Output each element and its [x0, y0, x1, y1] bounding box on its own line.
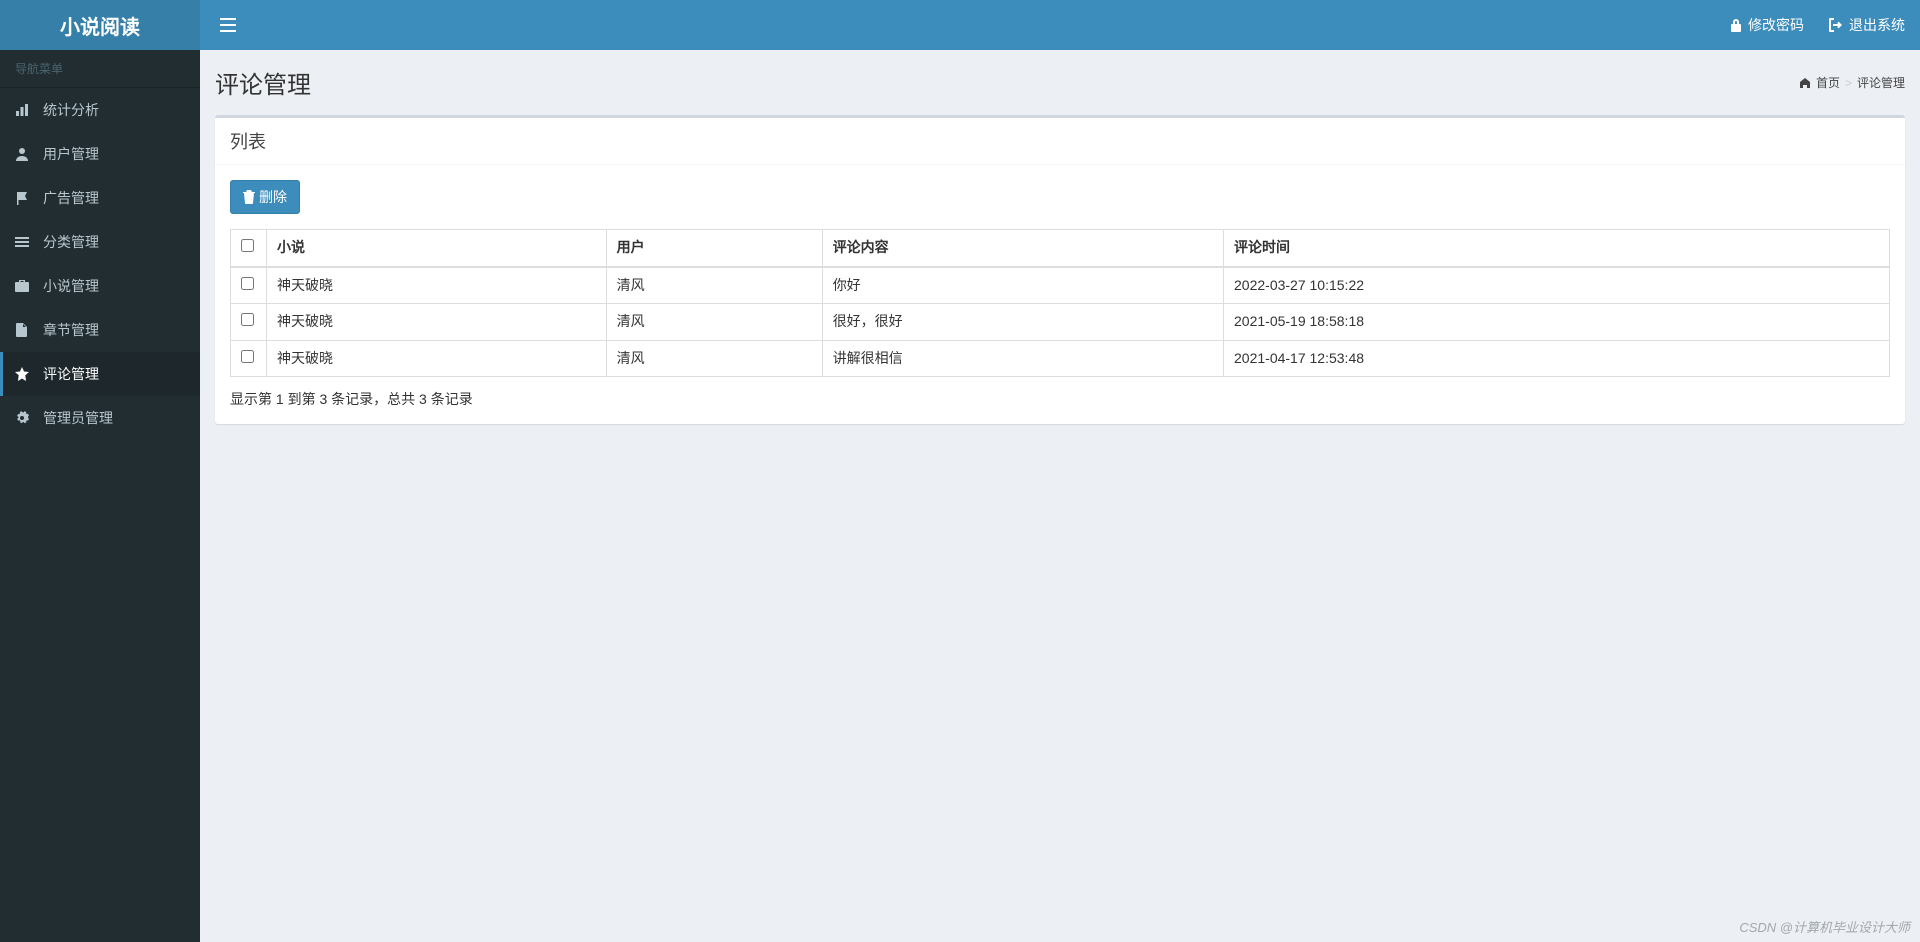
bar-chart-icon [15, 103, 35, 117]
change-password-link[interactable]: 修改密码 [1730, 15, 1804, 35]
cell-time: 2022-03-27 10:15:22 [1224, 267, 1890, 304]
logout-label: 退出系统 [1849, 15, 1905, 35]
data-table: 小说 用户 评论内容 评论时间 神天破晓清风你好2022-03-27 10:15… [230, 229, 1890, 377]
sidebar-item-label: 管理员管理 [43, 408, 113, 428]
gear-icon [15, 411, 35, 425]
topbar: 修改密码 退出系统 [200, 0, 1920, 50]
file-icon [15, 323, 35, 337]
sign-out-icon [1829, 18, 1843, 32]
row-checkbox[interactable] [241, 350, 254, 363]
row-check-cell [231, 304, 267, 341]
app-name: 小说阅读 [60, 11, 140, 40]
sidebar-item-6[interactable]: 评论管理 [0, 352, 200, 396]
sidebar-item-label: 章节管理 [43, 320, 99, 340]
col-novel[interactable]: 小说 [267, 230, 607, 267]
lock-icon [1730, 18, 1742, 32]
panel-title: 列表 [230, 132, 266, 152]
cell-content: 很好，很好 [822, 304, 1223, 341]
flag-icon [15, 191, 35, 205]
sidebar-item-5[interactable]: 章节管理 [0, 308, 200, 352]
star-icon [15, 367, 35, 381]
sidebar-item-label: 统计分析 [43, 100, 99, 120]
sidebar-item-2[interactable]: 广告管理 [0, 176, 200, 220]
sidebar-item-label: 广告管理 [43, 188, 99, 208]
cell-content: 讲解很相信 [822, 340, 1223, 377]
col-user[interactable]: 用户 [606, 230, 822, 267]
sidebar: 小说阅读 导航菜单 统计分析用户管理广告管理分类管理小说管理章节管理评论管理管理… [0, 0, 200, 942]
menu-icon [220, 18, 236, 32]
delete-label: 删除 [259, 187, 287, 207]
content-header: 评论管理 首页 > 评论管理 [200, 50, 1920, 100]
home-icon [1799, 77, 1811, 89]
sidebar-item-label: 小说管理 [43, 276, 99, 296]
cell-novel: 神天破晓 [267, 304, 607, 341]
select-all-checkbox[interactable] [241, 239, 254, 252]
breadcrumb-current: 评论管理 [1857, 74, 1905, 91]
table-row: 神天破晓清风你好2022-03-27 10:15:22 [231, 267, 1890, 304]
breadcrumb: 首页 > 评论管理 [1799, 74, 1905, 91]
cell-time: 2021-05-19 18:58:18 [1224, 304, 1890, 341]
sidebar-item-3[interactable]: 分类管理 [0, 220, 200, 264]
change-password-label: 修改密码 [1748, 15, 1804, 35]
logout-link[interactable]: 退出系统 [1829, 15, 1905, 35]
row-checkbox[interactable] [241, 313, 254, 326]
sidebar-item-1[interactable]: 用户管理 [0, 132, 200, 176]
sidebar-item-label: 评论管理 [43, 364, 99, 384]
table-header-row: 小说 用户 评论内容 评论时间 [231, 230, 1890, 267]
sidebar-item-0[interactable]: 统计分析 [0, 88, 200, 132]
list-icon [15, 235, 35, 249]
cell-user: 清风 [606, 340, 822, 377]
main: 修改密码 退出系统 评论管理 首页 > 评论管理 [200, 0, 1920, 942]
sidebar-item-label: 分类管理 [43, 232, 99, 252]
cell-user: 清风 [606, 304, 822, 341]
panel: 列表 删除 [215, 115, 1905, 424]
cell-novel: 神天破晓 [267, 267, 607, 304]
briefcase-icon [15, 279, 35, 293]
breadcrumb-separator: > [1845, 76, 1852, 90]
nav: 统计分析用户管理广告管理分类管理小说管理章节管理评论管理管理员管理 [0, 88, 200, 440]
content: 列表 删除 [200, 100, 1920, 439]
trash-icon [243, 190, 255, 204]
user-icon [15, 147, 35, 161]
cell-novel: 神天破晓 [267, 340, 607, 377]
hamburger-button[interactable] [215, 13, 241, 37]
col-time[interactable]: 评论时间 [1224, 230, 1890, 267]
sidebar-item-label: 用户管理 [43, 144, 99, 164]
cell-content: 你好 [822, 267, 1223, 304]
row-checkbox[interactable] [241, 277, 254, 290]
breadcrumb-home[interactable]: 首页 [1816, 74, 1840, 91]
cell-time: 2021-04-17 12:53:48 [1224, 340, 1890, 377]
select-all-cell [231, 230, 267, 267]
table-row: 神天破晓清风讲解很相信2021-04-17 12:53:48 [231, 340, 1890, 377]
app-logo: 小说阅读 [0, 0, 200, 50]
col-content[interactable]: 评论内容 [822, 230, 1223, 267]
panel-body: 删除 小说 用户 评论内容 评论时间 [215, 165, 1905, 424]
nav-header: 导航菜单 [0, 50, 200, 88]
page-title: 评论管理 [215, 65, 311, 100]
delete-button[interactable]: 删除 [230, 180, 300, 214]
row-check-cell [231, 267, 267, 304]
panel-header: 列表 [215, 118, 1905, 165]
row-check-cell [231, 340, 267, 377]
table-row: 神天破晓清风很好，很好2021-05-19 18:58:18 [231, 304, 1890, 341]
cell-user: 清风 [606, 267, 822, 304]
sidebar-item-7[interactable]: 管理员管理 [0, 396, 200, 440]
sidebar-item-4[interactable]: 小说管理 [0, 264, 200, 308]
table-info: 显示第 1 到第 3 条记录，总共 3 条记录 [230, 389, 1890, 409]
